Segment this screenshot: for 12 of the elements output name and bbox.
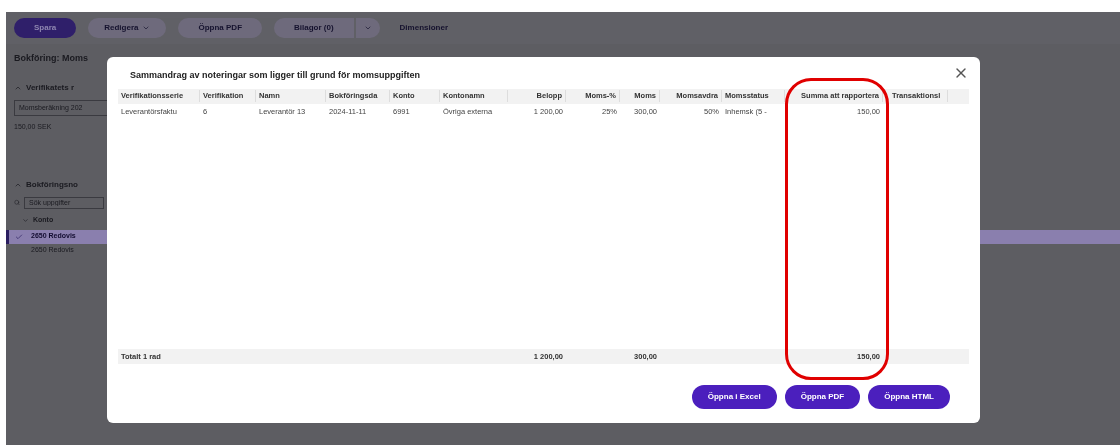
- export-button[interactable]: Öppna i Excel: [691, 385, 777, 409]
- save-button[interactable]: Spara: [14, 18, 77, 38]
- page-title: Bokföring: Moms: [14, 52, 89, 65]
- export-button[interactable]: Öppna HTML: [868, 385, 950, 409]
- dialog-title: Sammandrag av noteringar som ligger till grund för momsuppgiften: [129, 69, 421, 82]
- export-button[interactable]: Öppna PDF: [784, 385, 861, 409]
- search-icon: [14, 199, 20, 207]
- section-title: Bokföringsno: [26, 178, 78, 191]
- check-icon: [15, 232, 23, 241]
- chevron-icon: [22, 216, 29, 224]
- chevron-icon: [363, 24, 372, 32]
- chevron-icon: [142, 24, 151, 32]
